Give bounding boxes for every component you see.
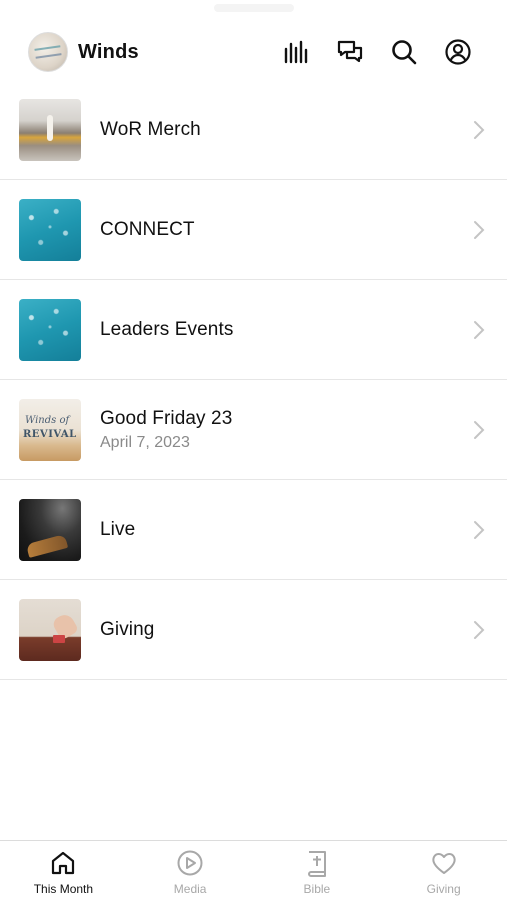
list-item-text: Leaders Events — [100, 319, 469, 341]
bottom-tab-bar: This Month Media Bible Giving — [0, 840, 507, 900]
raised-hands — [25, 533, 69, 558]
tab-label: Giving — [426, 882, 461, 896]
list-item-date: April 7, 2023 — [100, 433, 190, 451]
tab-bible[interactable]: Bible — [254, 841, 381, 900]
screen: Winds WoR Merch CONNECT Leaders Events W… — [0, 0, 507, 900]
home-icon — [52, 851, 75, 875]
thumb-text-winds: Winds of — [25, 414, 70, 426]
connect-thumbnail — [19, 198, 81, 261]
list-item-connect[interactable]: CONNECT — [0, 180, 507, 280]
person-figure — [47, 114, 53, 141]
list-item-title: Leaders Events — [100, 318, 234, 340]
header-actions — [269, 32, 485, 72]
church-logo-avatar[interactable] — [28, 32, 68, 72]
list-item-title: Live — [100, 518, 136, 540]
list-item-text: WoR Merch — [100, 119, 469, 141]
list-item-title: Good Friday 23 — [100, 407, 233, 429]
giving-thumbnail — [19, 598, 81, 661]
list-item-text: Live — [100, 519, 469, 541]
search-icon[interactable] — [377, 32, 431, 72]
app-title: Winds — [78, 40, 139, 63]
tab-label: Media — [173, 882, 207, 896]
merch-thumbnail — [19, 98, 81, 161]
list-item-good-friday[interactable]: Winds of REVIVAL Good Friday 23 April 7,… — [0, 380, 507, 480]
list-item-title: Giving — [100, 618, 155, 640]
list-item-title: CONNECT — [100, 218, 195, 240]
offering-box — [53, 634, 65, 643]
list-item-giving[interactable]: Giving — [0, 580, 507, 680]
tab-media[interactable]: Media — [127, 841, 254, 900]
tab-label: This Month — [33, 882, 94, 896]
header: Winds — [0, 24, 507, 80]
tab-label: Bible — [303, 882, 331, 896]
list-item-text: Giving — [100, 619, 469, 641]
list-item-wor-merch[interactable]: WoR Merch — [0, 80, 507, 180]
chevron-right-icon — [469, 620, 489, 640]
tab-giving[interactable]: Giving — [380, 841, 507, 900]
chevron-right-icon — [469, 320, 489, 340]
chevron-right-icon — [469, 120, 489, 140]
equalizer-icon[interactable] — [269, 32, 323, 72]
play-icon — [177, 850, 203, 876]
chat-icon[interactable] — [323, 32, 377, 72]
live-thumbnail — [19, 498, 81, 561]
chevron-right-icon — [469, 520, 489, 540]
thumb-text-revival: REVIVAL — [23, 428, 77, 440]
leaders-events-thumbnail — [19, 298, 81, 361]
logo-mark — [34, 45, 62, 59]
list-item-live[interactable]: Live — [0, 480, 507, 580]
list-item-leaders-events[interactable]: Leaders Events — [0, 280, 507, 380]
tab-this-month[interactable]: This Month — [0, 841, 127, 900]
list-item-title: WoR Merch — [100, 118, 201, 140]
list-item-text: Good Friday 23 April 7, 2023 — [100, 408, 469, 452]
profile-icon[interactable] — [431, 32, 485, 72]
chevron-right-icon — [469, 220, 489, 240]
chevron-right-icon — [469, 420, 489, 440]
bible-icon — [307, 851, 326, 877]
content-list: WoR Merch CONNECT Leaders Events Winds o… — [0, 80, 507, 680]
heart-icon — [431, 853, 456, 874]
list-item-text: CONNECT — [100, 219, 469, 241]
top-handle — [213, 4, 294, 12]
good-friday-thumbnail: Winds of REVIVAL — [19, 398, 81, 461]
